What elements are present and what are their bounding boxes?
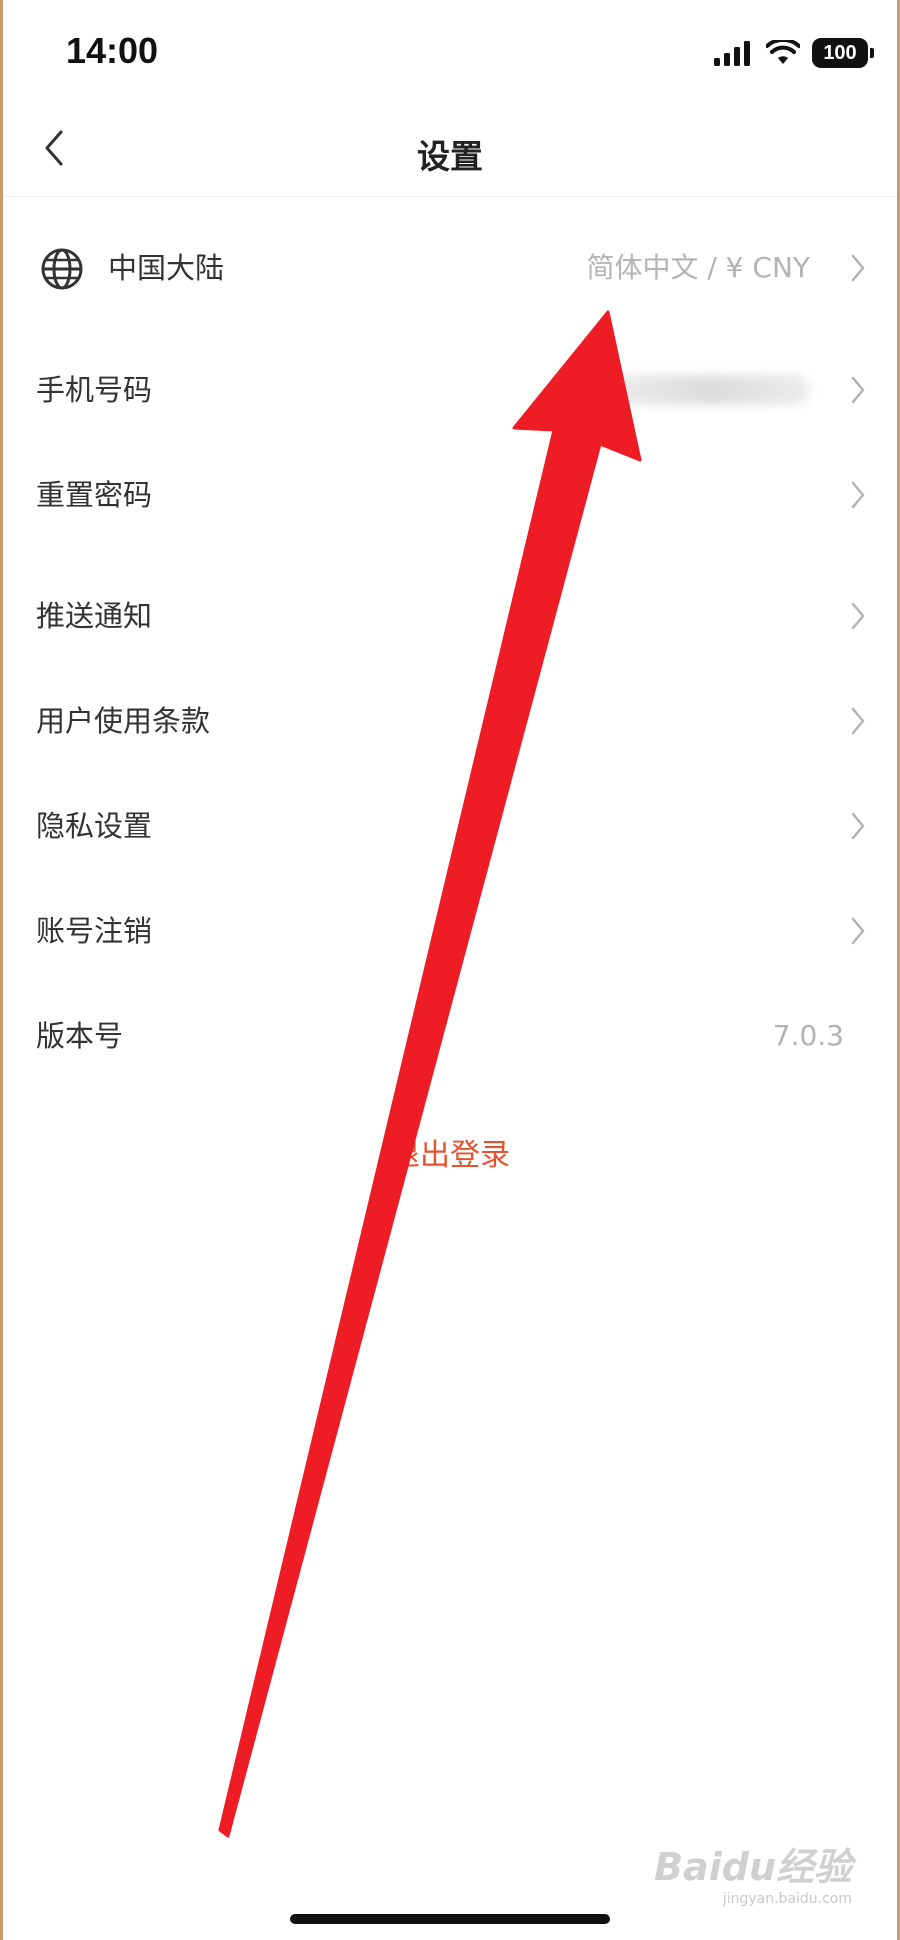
status-bar: 14:00 100: [0, 0, 900, 100]
chevron-right-icon: [851, 254, 865, 282]
settings-item-version: 版本号 7.0.3: [0, 991, 900, 1081]
version-value: 7.0.3: [772, 1019, 844, 1052]
phone-number-redacted: [610, 375, 810, 405]
chevron-right-icon: [851, 481, 865, 509]
navbar: 设置: [0, 100, 900, 197]
version-label: 版本号: [36, 1019, 124, 1053]
settings-item-push-notifications[interactable]: 推送通知: [0, 571, 900, 661]
settings-item-delete-account[interactable]: 账号注销: [0, 886, 900, 976]
battery-level: 100: [823, 41, 857, 64]
chevron-right-icon: [851, 812, 865, 840]
settings-item-label: 隐私设置: [36, 809, 153, 843]
status-time: 14:00: [66, 30, 159, 71]
watermark-url: jingyan.baidu.com: [722, 1891, 852, 1907]
signal-icon: [714, 41, 750, 66]
page-title: 设置: [417, 137, 483, 176]
settings-item-terms-of-use[interactable]: 用户使用条款: [0, 676, 900, 766]
settings-item-label: 推送通知: [36, 599, 153, 633]
battery-indicator: 100: [812, 38, 874, 68]
settings-item-label: 重置密码: [36, 478, 153, 512]
chevron-right-icon: [851, 376, 865, 404]
settings-item-label: 用户使用条款: [36, 704, 211, 738]
status-icons: 100: [714, 36, 874, 70]
globe-icon: [41, 248, 83, 290]
settings-item-label: 账号注销: [36, 914, 153, 948]
logout-button[interactable]: 退出登录: [0, 1130, 900, 1174]
settings-item-phone-number[interactable]: 手机号码: [0, 345, 900, 435]
home-indicator[interactable]: [290, 1914, 610, 1924]
region-language-row[interactable]: 中国大陆 简体中文 / ¥ CNY: [0, 223, 900, 313]
chevron-right-icon: [851, 602, 865, 630]
watermark-text: Baidu经验: [654, 1845, 852, 1889]
baidu-watermark: Baidu经验 jingyan.baidu.com: [654, 1836, 852, 1907]
settings-item-privacy[interactable]: 隐私设置: [0, 781, 900, 871]
chevron-right-icon: [851, 707, 865, 735]
settings-item-label: 手机号码: [36, 373, 153, 407]
language-currency-value: 简体中文 / ¥ CNY: [586, 251, 810, 284]
chevron-right-icon: [851, 917, 865, 945]
wifi-icon: [766, 40, 800, 64]
region-label: 中国大陆: [108, 251, 225, 285]
settings-item-reset-password[interactable]: 重置密码: [0, 450, 900, 540]
